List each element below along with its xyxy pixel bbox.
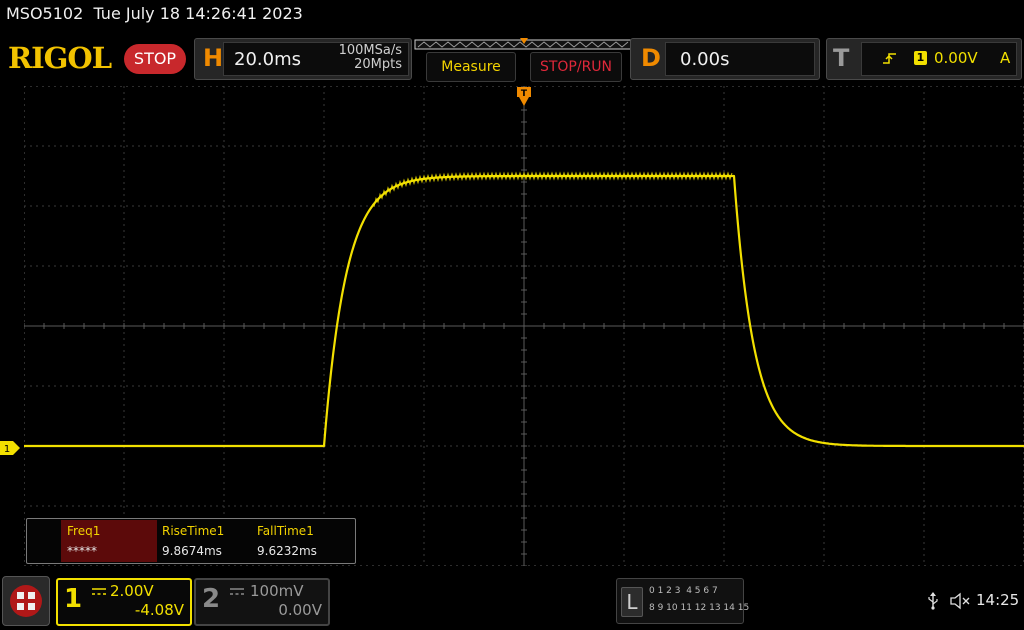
usb-icon (928, 592, 938, 610)
status-area: 14:25 (924, 590, 1024, 614)
trigger-level: 0.00V (934, 49, 978, 67)
memory-depth: 20Mpts (354, 57, 402, 72)
timebase-value: 20.0ms (234, 49, 301, 70)
delay-readout[interactable]: 0.00s (665, 42, 815, 76)
channel-2-panel[interactable]: 2 100mV 0.00V (194, 578, 330, 626)
ch2-number: 2 (202, 584, 221, 614)
ch2-offset: 0.00V (278, 601, 322, 619)
sample-rate-info: 100MSa/s 20Mpts (316, 44, 402, 72)
rising-edge-icon (883, 53, 896, 64)
delay-panel[interactable]: D 0.00s (630, 38, 820, 80)
menu-grid-icon (10, 585, 42, 617)
datetime: Tue July 18 14:26:41 2023 (93, 4, 303, 23)
ch1-scale: 2.00V (110, 582, 154, 600)
model-name: MSO5102 (6, 4, 84, 23)
waveform-display[interactable] (24, 86, 1024, 566)
clock-time: 14:25 (976, 591, 1020, 609)
ch2-scale: 100mV (250, 582, 304, 600)
logic-channels-row1: 0 1 2 3 4 5 6 7 (649, 586, 718, 596)
speaker-muted-icon[interactable] (950, 592, 970, 610)
measure-value-fall: 9.6232ms (257, 544, 317, 558)
logic-channels-row2: 8 9 10 11 12 13 14 15 (649, 603, 750, 613)
measure-header-rise: RiseTime1 (162, 524, 225, 538)
ch1-number: 1 (64, 584, 83, 614)
ch1-offset-marker[interactable]: 1 (0, 441, 20, 455)
measure-header-fall: FallTime1 (257, 524, 314, 538)
run-state-badge[interactable]: STOP (124, 44, 186, 74)
trigger-source-badge: 1 (914, 51, 927, 65)
horizontal-readout[interactable]: 20.0ms 100MSa/s 20Mpts (223, 42, 409, 76)
ch2-dc-coupling-icon (230, 588, 244, 595)
trigger-mode: A (1000, 49, 1011, 67)
measure-value-freq: ***** (67, 544, 97, 558)
ch1-marker-label: 1 (4, 444, 10, 455)
trigger-panel[interactable]: T 1 0.00V A (826, 38, 1022, 80)
delay-letter: D (641, 44, 661, 72)
horizontal-letter: H (203, 44, 224, 72)
measure-header-freq: Freq1 (67, 524, 101, 538)
trigger-letter: T (833, 44, 850, 72)
dc-coupling-icon (92, 588, 106, 595)
stop-run-button[interactable]: STOP/RUN (530, 52, 622, 82)
measure-button[interactable]: Measure (426, 52, 516, 82)
trigger-time-marker[interactable]: T (516, 86, 532, 108)
horizontal-panel[interactable]: H 20.0ms 100MSa/s 20Mpts (194, 38, 412, 80)
memory-position-bar (414, 38, 634, 50)
delay-value: 0.00s (680, 49, 730, 70)
main-menu-button[interactable] (2, 576, 50, 626)
sample-rate: 100MSa/s (338, 43, 402, 58)
ch1-offset: -4.08V (134, 601, 184, 619)
channel-1-panel[interactable]: 1 2.00V -4.08V (56, 578, 192, 626)
trigger-readout[interactable]: 1 0.00V A (861, 42, 1017, 76)
logic-analyzer-panel[interactable]: L 0 1 2 3 4 5 6 7 8 9 10 11 12 13 14 15 (616, 578, 749, 624)
measure-value-rise: 9.8674ms (162, 544, 222, 558)
measurement-results[interactable]: Freq1 ***** RiseTime1 9.8674ms FallTime1… (26, 518, 356, 564)
logic-letter: L (621, 587, 643, 617)
svg-text:T: T (521, 89, 528, 99)
model-datetime-line: MSO5102 Tue July 18 14:26:41 2023 (6, 4, 303, 23)
brand-logo: RIGOL (8, 41, 112, 75)
